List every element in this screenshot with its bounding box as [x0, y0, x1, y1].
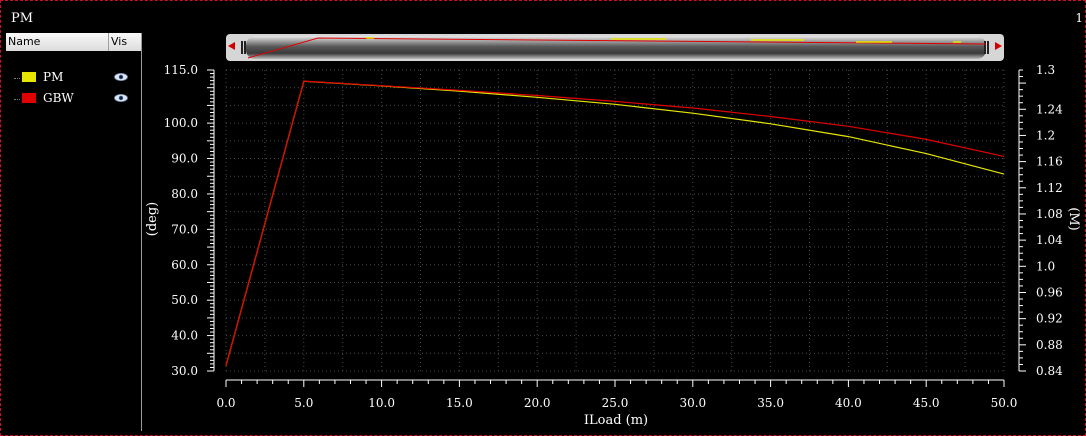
- series-gbw-line: [225, 80, 1005, 366]
- y-right-tick-label: 0.92: [1036, 312, 1063, 326]
- y-right-tick-label: 0.84: [1036, 364, 1063, 378]
- x-tick-label: 0.0: [216, 396, 235, 410]
- y-left-tick-label: 100.0: [164, 116, 198, 130]
- y-right-tick-label: 1.0: [1036, 259, 1055, 273]
- y-left-tick-label: 60.0: [171, 258, 198, 272]
- x-tick-label: 25.0: [602, 396, 629, 410]
- y-right-tick-label: 0.88: [1036, 338, 1063, 352]
- y-left-tick-label: 30.0: [171, 364, 198, 378]
- axes: [207, 69, 1026, 387]
- x-tick-label: 30.0: [679, 396, 706, 410]
- y-left-tick-label: 115.0: [164, 63, 198, 77]
- grid-lines: [225, 69, 1005, 372]
- y-right-tick-label: 1.2: [1036, 128, 1055, 142]
- series-lines: [225, 80, 1005, 366]
- x-tick-label: 10.0: [368, 396, 395, 410]
- x-tick-label: 15.0: [446, 396, 473, 410]
- y-axis-left-label: (deg): [145, 202, 160, 236]
- y-right-tick-label: 1.24: [1036, 102, 1063, 116]
- y-left-tick-label: 70.0: [171, 222, 198, 236]
- y-axis-right-label: (M): [1066, 207, 1081, 230]
- y-right-tick-label: 1.3: [1036, 63, 1055, 77]
- x-tick-label: 45.0: [913, 396, 940, 410]
- y-right-tick-label: 1.12: [1036, 181, 1063, 195]
- y-left-tick-label: 90.0: [171, 152, 198, 166]
- x-tick-label: 5.0: [294, 396, 313, 410]
- y-left-tick-label: 50.0: [171, 293, 198, 307]
- x-tick-label: 20.0: [524, 396, 551, 410]
- tick-labels: 0.0 5.0 10.0 15.0 20.0 25.0 30.0 35.0 40.0 45.0 50…: [164, 63, 1063, 410]
- y-right-tick-label: 1.08: [1036, 207, 1063, 221]
- series-pm-line: [225, 80, 1005, 366]
- y-right-tick-label: 0.96: [1036, 285, 1063, 299]
- y-left-tick-label: 80.0: [171, 187, 198, 201]
- line-chart[interactable]: 0.0 5.0 10.0 15.0 20.0 25.0 30.0 35.0 40.0 45.0 50…: [0, 0, 1086, 436]
- x-tick-label: 50.0: [991, 396, 1018, 410]
- x-tick-label: 40.0: [835, 396, 862, 410]
- y-right-tick-label: 1.04: [1036, 233, 1063, 247]
- x-tick-label: 35.0: [757, 396, 784, 410]
- y-right-tick-label: 1.16: [1036, 155, 1063, 169]
- y-left-tick-label: 40.0: [171, 329, 198, 343]
- x-axis-label: ILoad (m): [584, 413, 648, 428]
